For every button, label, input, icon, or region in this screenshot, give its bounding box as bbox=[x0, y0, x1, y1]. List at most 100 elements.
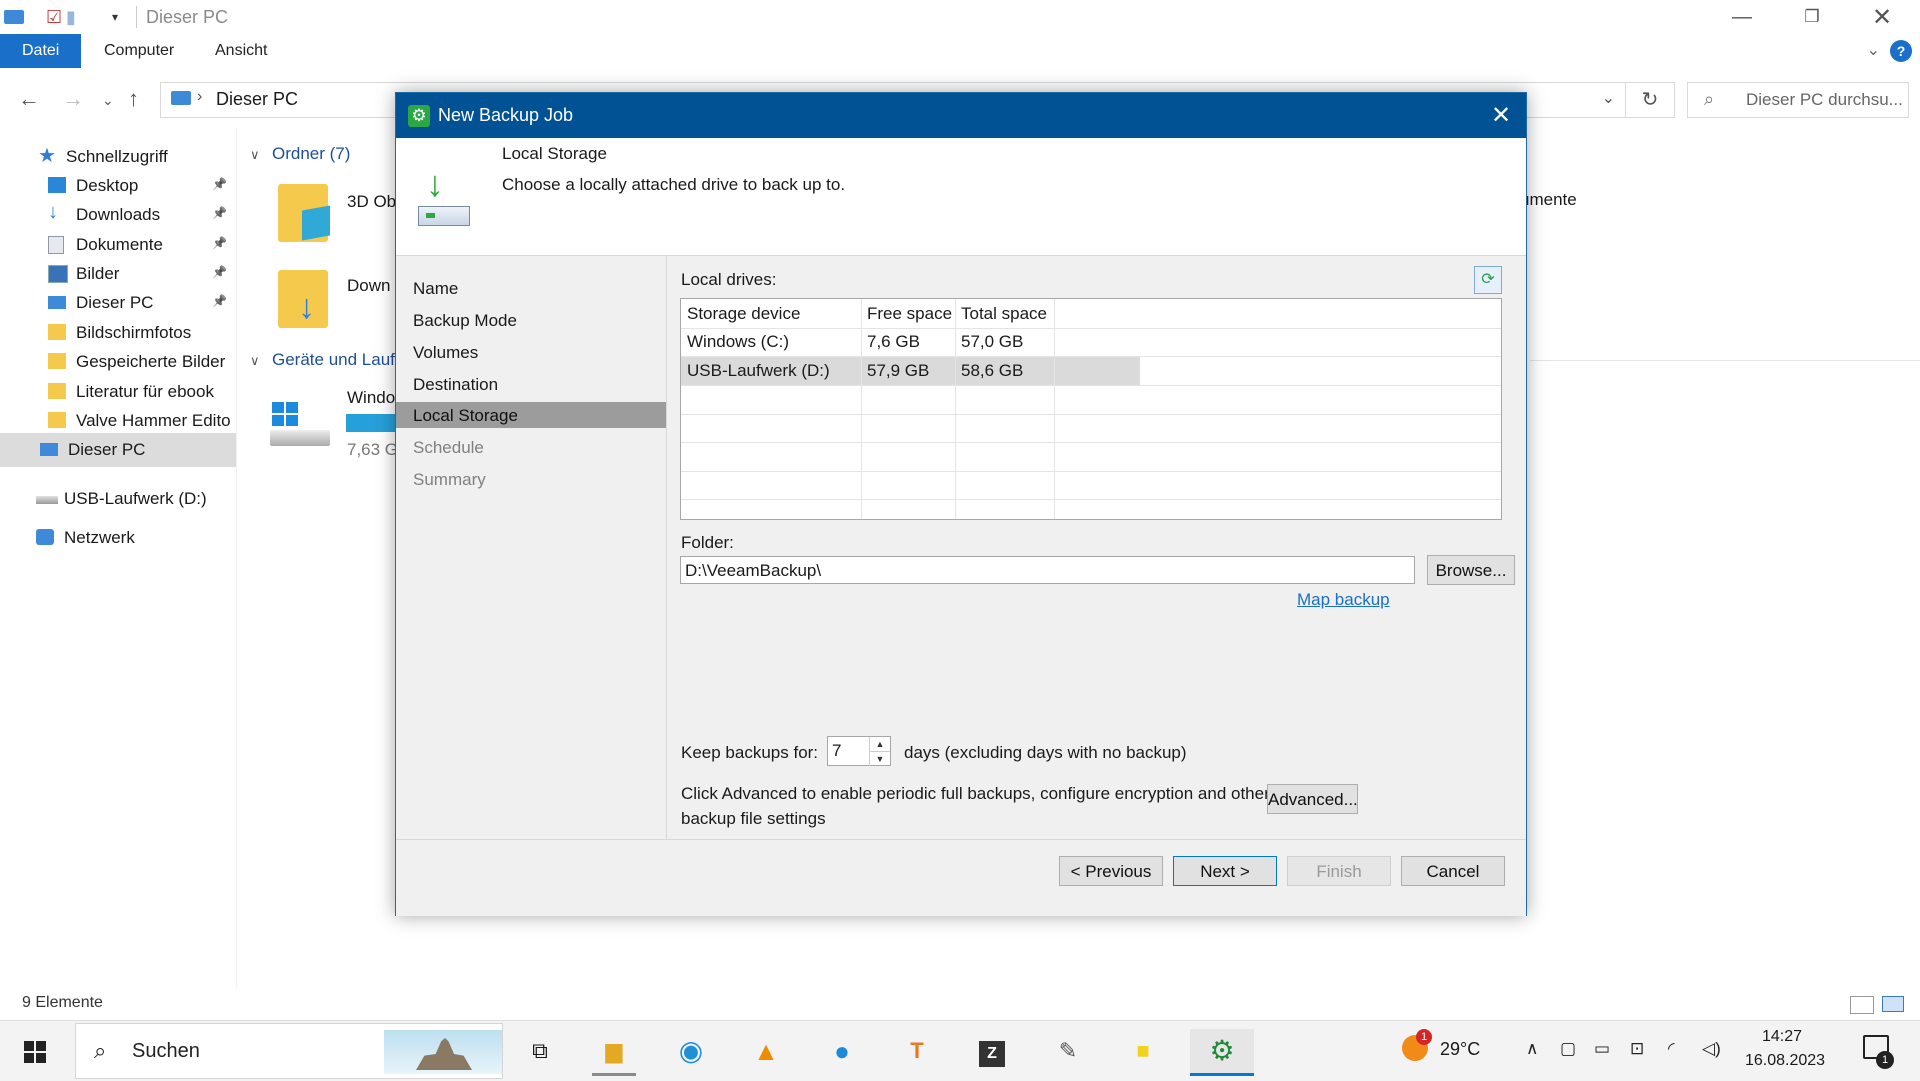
restore-button[interactable]: ❐ bbox=[1782, 0, 1842, 34]
item-count: 9 Elemente bbox=[22, 994, 103, 1011]
windows-start-icon[interactable] bbox=[0, 1021, 70, 1081]
clock-date[interactable]: 16.08.2023 bbox=[1745, 1052, 1825, 1070]
previous-button[interactable]: < Previous bbox=[1059, 856, 1163, 886]
close-icon[interactable]: ✕ bbox=[1476, 93, 1526, 138]
tab-datei[interactable]: Datei bbox=[0, 34, 82, 68]
folder-label[interactable]: Down bbox=[347, 276, 390, 296]
downloads-folder-icon[interactable]: ↓ bbox=[278, 270, 328, 328]
battery-icon[interactable]: ▭ bbox=[1594, 1039, 1610, 1059]
up-arrow-icon[interactable]: ↑ bbox=[128, 86, 139, 112]
sticky-notes-icon[interactable]: ■ bbox=[1121, 1029, 1165, 1073]
pin-icon: 📌 bbox=[212, 236, 227, 250]
map-backup-link[interactable]: Map backup bbox=[1297, 590, 1390, 610]
wizard-step-name[interactable]: Name bbox=[396, 275, 666, 301]
sidebar-item-downloads[interactable]: ↓ Downloads 📌 bbox=[0, 198, 236, 232]
search-input[interactable]: ⌕ Dieser PC durchsu... bbox=[1687, 82, 1909, 118]
keep-backups-value[interactable]: 7 bbox=[832, 741, 841, 761]
edge-browser-icon[interactable]: ◉ bbox=[669, 1029, 713, 1073]
drive-label[interactable]: Windo bbox=[347, 388, 395, 408]
windows-drive-icon[interactable] bbox=[270, 402, 330, 450]
recent-locations-chevron-icon[interactable]: ⌄ bbox=[102, 92, 114, 109]
quick-access-dropdown-icon[interactable]: ▾ bbox=[112, 10, 118, 24]
notification-screen-icon[interactable]: ⊡ bbox=[1630, 1039, 1644, 1059]
refresh-icon[interactable]: ↻ bbox=[1626, 82, 1675, 118]
back-arrow-icon[interactable]: ← bbox=[18, 86, 40, 112]
wizard-step-label: Name bbox=[413, 279, 459, 298]
wifi-icon[interactable]: ◜ bbox=[1668, 1039, 1675, 1059]
zim-app-icon[interactable]: Z bbox=[970, 1029, 1014, 1073]
weather-temperature[interactable]: 29°C bbox=[1440, 1039, 1480, 1060]
table-row-device[interactable]: Windows (C:) bbox=[681, 328, 861, 356]
task-view-icon[interactable]: ⧉ bbox=[518, 1029, 562, 1073]
help-icon[interactable]: ? bbox=[1890, 40, 1912, 62]
taskbar-search-input[interactable]: ⌕ Suchen bbox=[75, 1023, 503, 1079]
group-header-folders[interactable]: ∨ Ordner (7) bbox=[250, 144, 350, 164]
sidebar-item-usb-laufwerk-d[interactable]: USB-Laufwerk (D:) bbox=[0, 482, 236, 516]
keep-backups-label: Keep backups for: bbox=[681, 743, 819, 762]
table-row-free[interactable]: 7,6 GB bbox=[861, 328, 955, 356]
thunderbird-icon[interactable]: ● bbox=[820, 1029, 864, 1073]
ribbon-expand-chevron-icon[interactable]: ⌄ bbox=[1867, 40, 1880, 60]
table-row-total[interactable]: 58,6 GB bbox=[955, 357, 1054, 385]
folder-icon bbox=[48, 353, 66, 369]
finish-button[interactable]: Finish bbox=[1287, 856, 1391, 886]
folder-path-input[interactable]: D:\VeeamBackup\ bbox=[680, 556, 1415, 584]
3d-objects-folder-icon[interactable] bbox=[278, 184, 330, 242]
folder-label[interactable]: 3D Ob bbox=[347, 192, 396, 212]
table-row-device[interactable]: USB-Laufwerk (D:) bbox=[681, 357, 861, 385]
search-placeholder: Dieser PC durchsu... bbox=[1746, 90, 1903, 109]
computer-icon bbox=[48, 296, 66, 309]
wizard-step-label: Local Storage bbox=[413, 406, 518, 425]
volume-icon[interactable]: ◁) bbox=[1702, 1039, 1721, 1059]
wizard-step-volumes[interactable]: Volumes bbox=[396, 339, 666, 365]
new-folder-icon[interactable]: ▮ bbox=[66, 7, 76, 28]
sidebar-item-dieser-pc[interactable]: Dieser PC bbox=[0, 433, 236, 467]
browse-button[interactable]: Browse... bbox=[1427, 555, 1515, 585]
pin-icon: 📌 bbox=[212, 294, 227, 308]
wizard-step-destination[interactable]: Destination bbox=[396, 371, 666, 397]
advanced-button[interactable]: Advanced... bbox=[1267, 784, 1358, 814]
close-window-button[interactable]: ✕ bbox=[1852, 0, 1912, 34]
keep-backups-stepper[interactable]: 7 ▲ ▼ bbox=[827, 736, 891, 766]
stepper-up-icon[interactable]: ▲ bbox=[869, 737, 890, 751]
breadcrumb-chevron-icon[interactable]: › bbox=[197, 88, 202, 106]
next-button[interactable]: Next > bbox=[1173, 856, 1277, 886]
folder-label[interactable]: umente bbox=[1520, 190, 1577, 210]
minimize-button[interactable]: — bbox=[1712, 0, 1772, 34]
sidebar-item-label: Gespeicherte Bilder bbox=[76, 352, 226, 371]
text-editor-icon[interactable]: T bbox=[895, 1029, 939, 1073]
address-path[interactable]: Dieser PC bbox=[216, 89, 298, 110]
table-row-free[interactable]: 57,9 GB bbox=[861, 357, 955, 385]
column-header-total-space[interactable]: Total space bbox=[955, 300, 1054, 328]
tab-ansicht[interactable]: Ansicht bbox=[195, 34, 287, 68]
vlc-icon[interactable]: ▲ bbox=[744, 1029, 788, 1073]
rescan-drives-icon[interactable]: ⟳ bbox=[1474, 266, 1502, 294]
wizard-step-backup-mode[interactable]: Backup Mode bbox=[396, 307, 666, 333]
large-icons-view-icon[interactable] bbox=[1882, 996, 1904, 1012]
pin-icon: 📌 bbox=[212, 265, 227, 279]
show-hidden-icons-chevron-icon[interactable]: ∧ bbox=[1526, 1039, 1538, 1059]
veeam-gear-icon: ⚙ bbox=[408, 105, 430, 127]
gimp-icon[interactable]: ✎ bbox=[1046, 1029, 1090, 1073]
details-view-icon[interactable] bbox=[1850, 996, 1874, 1014]
group-header-devices[interactable]: ∨ Geräte und Lauf bbox=[250, 350, 395, 370]
clock-time[interactable]: 14:27 bbox=[1762, 1028, 1802, 1046]
tab-computer[interactable]: Computer bbox=[84, 34, 194, 68]
stepper-down-icon[interactable]: ▼ bbox=[869, 751, 890, 766]
forward-arrow-icon[interactable]: → bbox=[62, 86, 84, 112]
sidebar-item-netzwerk[interactable]: Netzwerk bbox=[0, 521, 236, 555]
veeam-agent-icon[interactable]: ⚙ bbox=[1190, 1029, 1254, 1076]
sidebar-item-dieser-pc[interactable]: Dieser PC 📌 bbox=[0, 286, 236, 320]
column-header-free-space[interactable]: Free space bbox=[861, 300, 955, 328]
file-explorer-icon[interactable]: ▆ bbox=[592, 1029, 636, 1076]
properties-check-icon[interactable]: ☑ bbox=[46, 7, 62, 28]
table-row-total[interactable]: 57,0 GB bbox=[955, 328, 1054, 356]
sidebar-item-label: Dokumente bbox=[76, 235, 163, 254]
address-dropdown-chevron-icon[interactable]: ⌄ bbox=[1602, 88, 1615, 108]
wizard-step-summary: Summary bbox=[396, 466, 666, 492]
column-header-storage-device[interactable]: Storage device bbox=[681, 300, 861, 328]
cancel-button[interactable]: Cancel bbox=[1401, 856, 1505, 886]
sidebar-item-gespeicherte-bilder[interactable]: Gespeicherte Bilder bbox=[0, 345, 236, 379]
meet-now-icon[interactable]: ▢ bbox=[1560, 1039, 1576, 1059]
wizard-step-local-storage[interactable]: Local Storage bbox=[396, 402, 666, 428]
